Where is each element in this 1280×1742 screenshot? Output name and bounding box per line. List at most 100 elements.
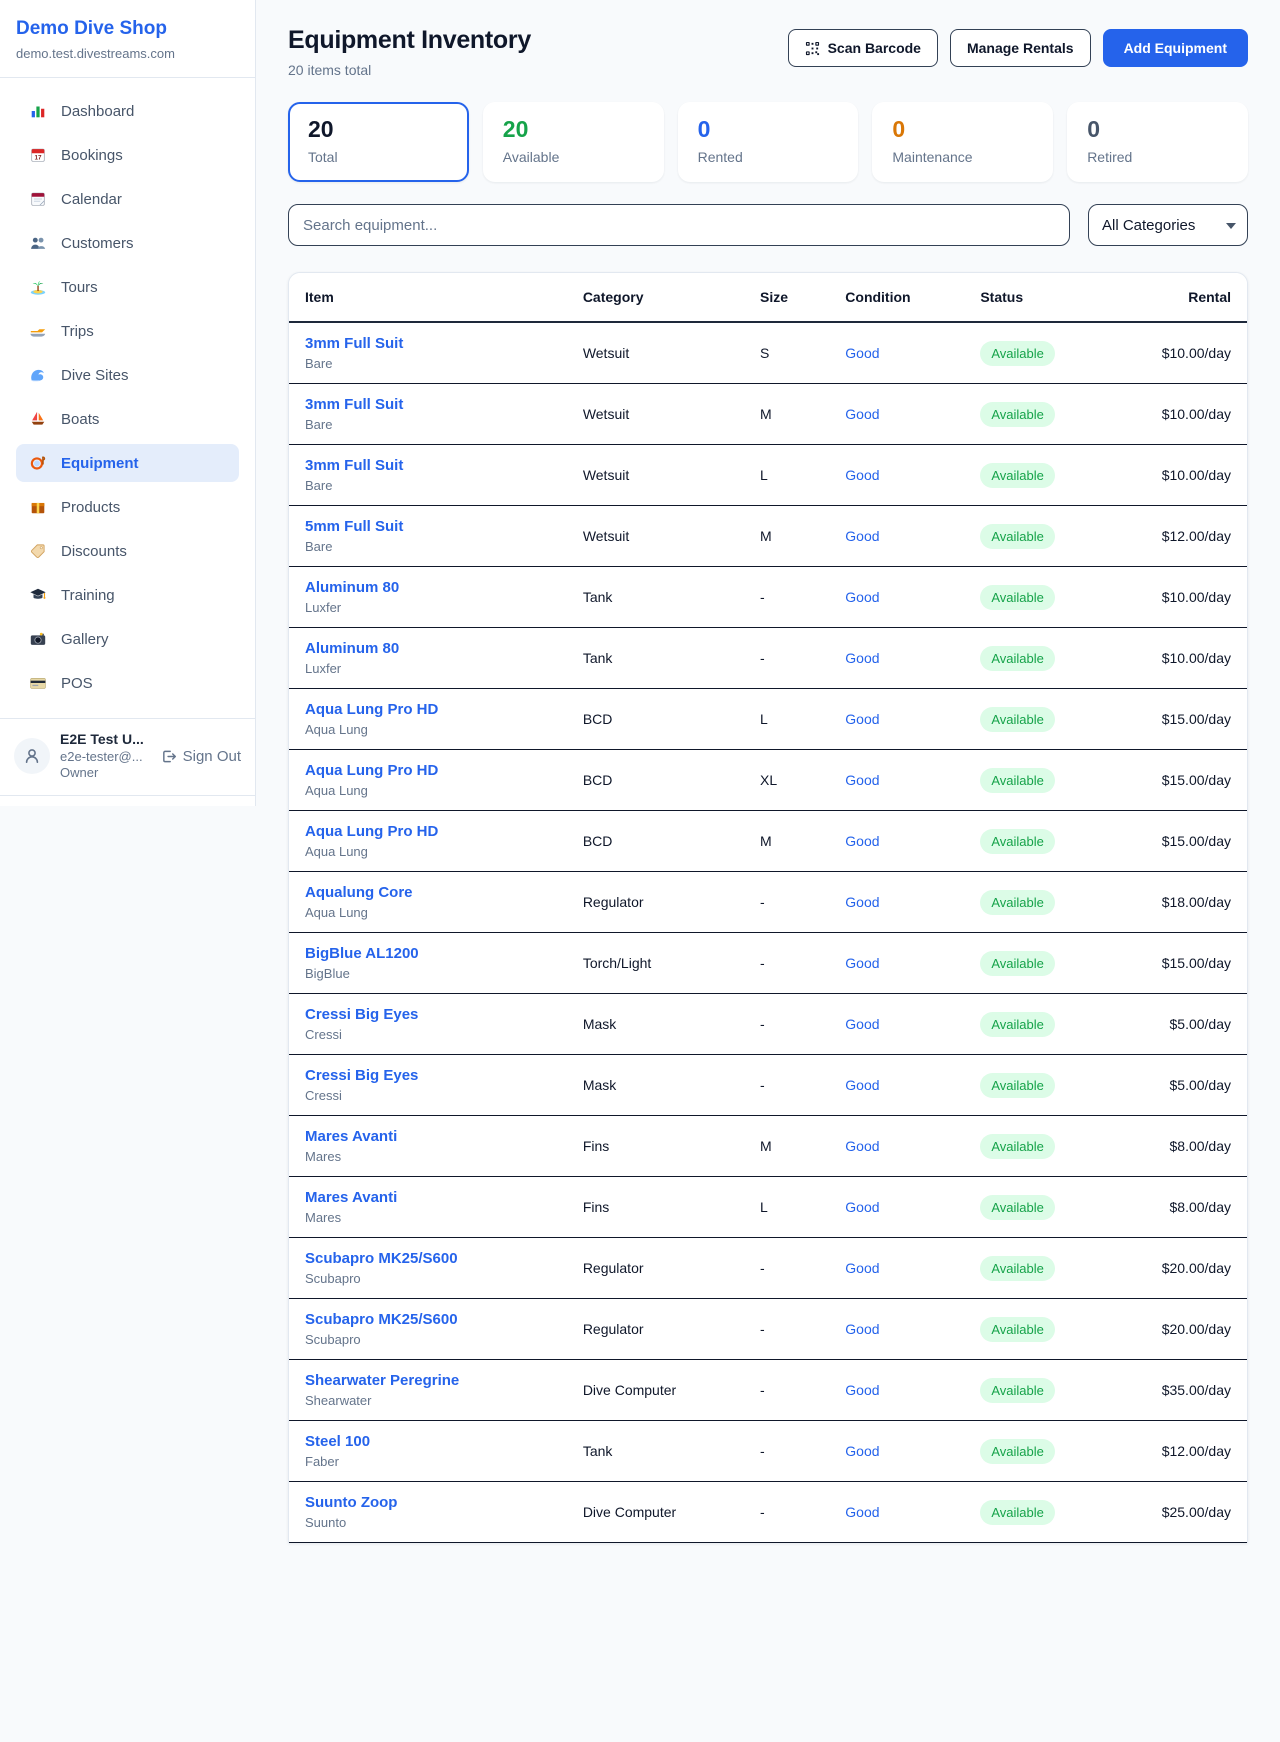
- item-condition-link[interactable]: Good: [829, 1360, 964, 1421]
- sidebar-item-discounts[interactable]: Discounts: [16, 532, 239, 570]
- stat-card-available[interactable]: 20Available: [483, 102, 664, 182]
- sidebar-item-training[interactable]: Training: [16, 576, 239, 614]
- table-row[interactable]: Scubapro MK25/S600 Scubapro Regulator - …: [289, 1238, 1247, 1299]
- item-name-link[interactable]: Aqualung Core: [305, 884, 551, 901]
- item-name-link[interactable]: 5mm Full Suit: [305, 518, 551, 535]
- status-badge: Available: [980, 402, 1055, 427]
- sidebar-item-bookings[interactable]: 17Bookings: [16, 136, 239, 174]
- item-name-link[interactable]: Aqua Lung Pro HD: [305, 701, 551, 718]
- status-badge: Available: [980, 646, 1055, 671]
- item-condition-link[interactable]: Good: [829, 933, 964, 994]
- table-row[interactable]: Aqua Lung Pro HD Aqua Lung BCD M Good Av…: [289, 811, 1247, 872]
- item-condition-link[interactable]: Good: [829, 1482, 964, 1543]
- item-name-link[interactable]: Aqua Lung Pro HD: [305, 762, 551, 779]
- table-row[interactable]: Suunto Zoop Suunto Dive Computer - Good …: [289, 1482, 1247, 1543]
- item-condition-link[interactable]: Good: [829, 384, 964, 445]
- table-row[interactable]: 3mm Full Suit Bare Wetsuit L Good Availa…: [289, 445, 1247, 506]
- item-name-link[interactable]: 3mm Full Suit: [305, 335, 551, 352]
- item-condition-link[interactable]: Good: [829, 1238, 964, 1299]
- stat-label: Total: [308, 149, 449, 165]
- stat-value: 20: [308, 117, 449, 142]
- item-name-link[interactable]: Aluminum 80: [305, 579, 551, 596]
- sidebar-item-calendar[interactable]: Calendar: [16, 180, 239, 218]
- item-name-link[interactable]: Mares Avanti: [305, 1189, 551, 1206]
- sidebar-item-pos[interactable]: POS: [16, 664, 239, 702]
- sign-out-button[interactable]: Sign Out: [160, 748, 241, 765]
- item-condition-link[interactable]: Good: [829, 1055, 964, 1116]
- column-header-status[interactable]: Status: [964, 273, 1104, 322]
- item-condition-link[interactable]: Good: [829, 322, 964, 384]
- item-condition-link[interactable]: Good: [829, 811, 964, 872]
- table-row[interactable]: Mares Avanti Mares Fins M Good Available…: [289, 1116, 1247, 1177]
- sidebar-item-equipment[interactable]: Equipment: [16, 444, 239, 482]
- table-row[interactable]: Mares Avanti Mares Fins L Good Available…: [289, 1177, 1247, 1238]
- table-row[interactable]: Cressi Big Eyes Cressi Mask - Good Avail…: [289, 1055, 1247, 1116]
- item-rental-price: $10.00/day: [1104, 322, 1247, 384]
- item-condition-link[interactable]: Good: [829, 628, 964, 689]
- item-condition-link[interactable]: Good: [829, 445, 964, 506]
- brand-title[interactable]: Demo Dive Shop: [16, 18, 239, 40]
- search-input[interactable]: [288, 204, 1070, 246]
- table-row[interactable]: Steel 100 Faber Tank - Good Available $1…: [289, 1421, 1247, 1482]
- item-condition-link[interactable]: Good: [829, 1299, 964, 1360]
- status-badge: Available: [980, 951, 1055, 976]
- sidebar-item-customers[interactable]: Customers: [16, 224, 239, 262]
- item-name-link[interactable]: Scubapro MK25/S600: [305, 1311, 551, 1328]
- item-category: Tank: [567, 567, 744, 628]
- table-row[interactable]: Aqualung Core Aqua Lung Regulator - Good…: [289, 872, 1247, 933]
- item-condition-link[interactable]: Good: [829, 567, 964, 628]
- item-name-link[interactable]: Aqua Lung Pro HD: [305, 823, 551, 840]
- sidebar-item-boats[interactable]: Boats: [16, 400, 239, 438]
- item-name-link[interactable]: 3mm Full Suit: [305, 457, 551, 474]
- table-row[interactable]: Aluminum 80 Luxfer Tank - Good Available…: [289, 628, 1247, 689]
- item-condition-link[interactable]: Good: [829, 750, 964, 811]
- column-header-category[interactable]: Category: [567, 273, 744, 322]
- table-row[interactable]: Shearwater Peregrine Shearwater Dive Com…: [289, 1360, 1247, 1421]
- item-name-link[interactable]: Scubapro MK25/S600: [305, 1250, 551, 1267]
- item-name-link[interactable]: Shearwater Peregrine: [305, 1372, 551, 1389]
- sidebar-item-gallery[interactable]: Gallery: [16, 620, 239, 658]
- column-header-condition[interactable]: Condition: [829, 273, 964, 322]
- sidebar-item-products[interactable]: Products: [16, 488, 239, 526]
- item-name-link[interactable]: Mares Avanti: [305, 1128, 551, 1145]
- item-name-link[interactable]: BigBlue AL1200: [305, 945, 551, 962]
- sidebar-item-tours[interactable]: Tours: [16, 268, 239, 306]
- table-row[interactable]: Cressi Big Eyes Cressi Mask - Good Avail…: [289, 994, 1247, 1055]
- column-header-item[interactable]: Item: [289, 273, 567, 322]
- item-name-link[interactable]: Cressi Big Eyes: [305, 1067, 551, 1084]
- table-row[interactable]: BigBlue AL1200 BigBlue Torch/Light - Goo…: [289, 933, 1247, 994]
- sidebar-item-dive-sites[interactable]: Dive Sites: [16, 356, 239, 394]
- item-condition-link[interactable]: Good: [829, 1177, 964, 1238]
- item-condition-link[interactable]: Good: [829, 689, 964, 750]
- stat-card-rented[interactable]: 0Rented: [678, 102, 859, 182]
- item-name-link[interactable]: Suunto Zoop: [305, 1494, 551, 1511]
- table-row[interactable]: Aqua Lung Pro HD Aqua Lung BCD XL Good A…: [289, 750, 1247, 811]
- column-header-rental[interactable]: Rental: [1104, 273, 1247, 322]
- stat-card-retired[interactable]: 0Retired: [1067, 102, 1248, 182]
- column-header-size[interactable]: Size: [744, 273, 829, 322]
- table-row[interactable]: 3mm Full Suit Bare Wetsuit M Good Availa…: [289, 384, 1247, 445]
- scan-barcode-button[interactable]: Scan Barcode: [788, 29, 938, 67]
- item-condition-link[interactable]: Good: [829, 994, 964, 1055]
- stat-card-maintenance[interactable]: 0Maintenance: [872, 102, 1053, 182]
- table-row[interactable]: Aqua Lung Pro HD Aqua Lung BCD L Good Av…: [289, 689, 1247, 750]
- category-select[interactable]: All Categories: [1088, 204, 1248, 246]
- table-row[interactable]: 5mm Full Suit Bare Wetsuit M Good Availa…: [289, 506, 1247, 567]
- table-row[interactable]: Scubapro MK25/S600 Scubapro Regulator - …: [289, 1299, 1247, 1360]
- table-row[interactable]: Aluminum 80 Luxfer Tank - Good Available…: [289, 567, 1247, 628]
- item-name-link[interactable]: Cressi Big Eyes: [305, 1006, 551, 1023]
- item-condition-link[interactable]: Good: [829, 1116, 964, 1177]
- item-condition-link[interactable]: Good: [829, 872, 964, 933]
- item-size: -: [744, 872, 829, 933]
- add-equipment-button[interactable]: Add Equipment: [1103, 29, 1248, 67]
- table-row[interactable]: 3mm Full Suit Bare Wetsuit S Good Availa…: [289, 322, 1247, 384]
- sidebar-item-trips[interactable]: Trips: [16, 312, 239, 350]
- item-name-link[interactable]: 3mm Full Suit: [305, 396, 551, 413]
- item-name-link[interactable]: Aluminum 80: [305, 640, 551, 657]
- item-name-link[interactable]: Steel 100: [305, 1433, 551, 1450]
- sidebar-item-dashboard[interactable]: Dashboard: [16, 92, 239, 130]
- manage-rentals-button[interactable]: Manage Rentals: [950, 29, 1091, 67]
- stat-card-total[interactable]: 20 Total: [288, 102, 469, 182]
- item-condition-link[interactable]: Good: [829, 506, 964, 567]
- item-condition-link[interactable]: Good: [829, 1421, 964, 1482]
